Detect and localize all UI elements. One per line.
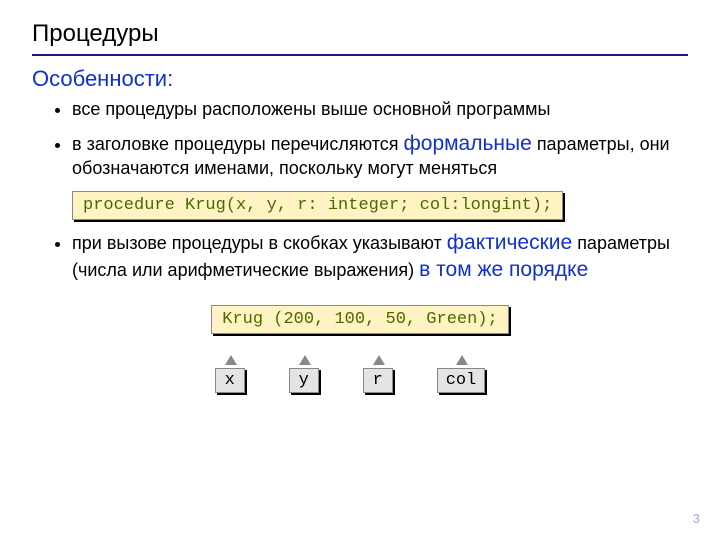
features-list: все процедуры расположены выше основной …	[32, 98, 688, 179]
features-list-continued: при вызове процедуры в скобках указывают…	[32, 230, 688, 283]
term-order: в том же порядке	[419, 258, 588, 281]
code-text: procedure Krug(x, y, r: integer; col:lon…	[72, 191, 563, 220]
param-label-r: r	[363, 368, 393, 393]
text-fragment: при вызове процедуры в скобках указывают	[72, 233, 447, 253]
code-block-call: Krug (200, 100, 50, Green); x y r col	[32, 303, 688, 393]
list-item: при вызове процедуры в скобках указывают…	[72, 230, 688, 283]
parameter-labels-row: x y r col	[12, 368, 688, 393]
param-label-y: y	[289, 368, 319, 393]
page-number: 3	[693, 511, 700, 526]
list-item: в заголовке процедуры перечисляются форм…	[72, 131, 688, 180]
code-text: Krug (200, 100, 50, Green);	[211, 305, 508, 334]
term-formal: формальные	[403, 132, 531, 155]
slide-title: Процедуры	[32, 20, 688, 56]
list-item: все процедуры расположены выше основной …	[72, 98, 688, 121]
section-subhead: Особенности:	[32, 66, 688, 92]
code-block-declaration: procedure Krug(x, y, r: integer; col:lon…	[72, 189, 688, 230]
term-actual: фактические	[447, 231, 572, 254]
text-fragment: в заголовке процедуры перечисляются	[72, 134, 403, 154]
param-label-x: x	[215, 368, 245, 393]
param-label-col: col	[437, 368, 486, 393]
